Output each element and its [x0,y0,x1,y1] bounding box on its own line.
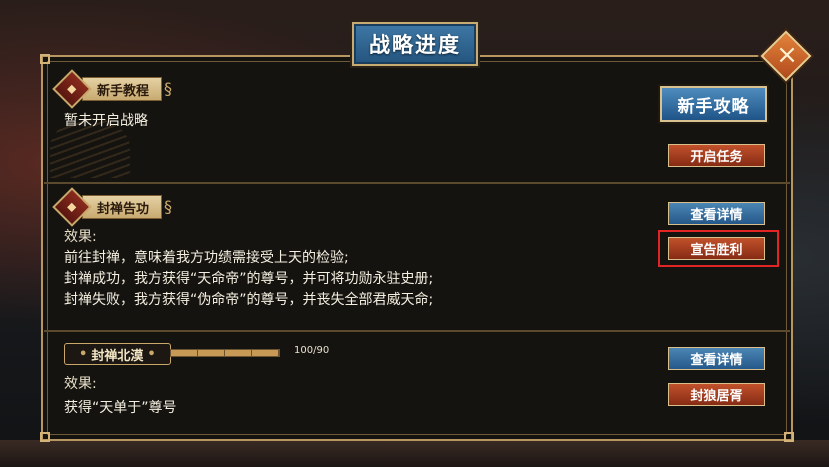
panel-title-plate: 战略进度 [352,22,478,66]
panel-corner [40,432,50,442]
beginner-guide-button[interactable]: 新手攻略 [660,86,767,122]
close-icon[interactable]: × [775,42,799,68]
progress-fill [171,350,279,356]
effect-label: 效果: [64,376,97,392]
background-footer [0,440,829,467]
effect-line: 封禅失败，我方获得“伪命帝”的尊号，并丧失全部君威天命; [64,292,434,308]
tag-dot-icon: • [79,346,88,362]
section-divider [44,330,790,332]
tutorial-status-text: 暂未开启战略 [64,113,148,129]
section-tag-label: 新手教程 [82,77,163,101]
section-divider [44,182,790,184]
tag-dot-icon: • [147,346,156,362]
progress-bar [170,349,280,357]
effect-label: 效果: [64,229,97,245]
section-tag-label: 封禅北漠 [91,348,144,364]
section-tag-beimo: • 封禅北漠 • [64,343,171,365]
fenglangjuxu-button[interactable]: 封狼居胥 [668,383,765,406]
effect-line: 封禅成功，我方获得“天命帝”的尊号，并可将功勋永驻史册; [64,271,434,287]
start-task-button[interactable]: 开启任务 [668,144,765,167]
progress-text: 100/90 [294,345,330,356]
panel-corner [784,432,794,442]
effect-line: 前往封禅，意味着我方功绩需接受上天的检验; [64,250,349,266]
section-tag-label: 封禅告功 [82,195,163,219]
tag-ornament-icon: § [164,197,173,216]
effect-line: 获得“天单于”尊号 [64,400,177,416]
section-tag-tutorial: ◆ 新手教程 § [52,69,186,109]
panel-corner [40,54,50,64]
tag-ornament-icon: § [164,79,173,98]
highlight-box [658,230,779,267]
view-details-button[interactable]: 查看详情 [668,347,765,370]
view-details-button[interactable]: 查看详情 [668,202,765,225]
section-tag-fengshan: ◆ 封禅告功 § [52,187,186,227]
panel-title: 战略进度 [369,33,461,57]
